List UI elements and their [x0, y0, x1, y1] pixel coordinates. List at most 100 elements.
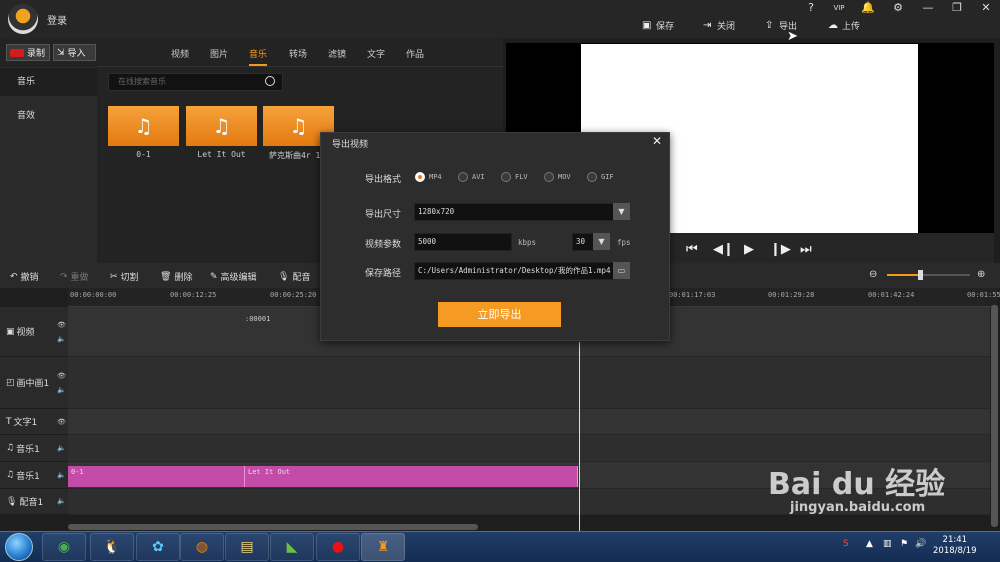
tray-flag-icon[interactable]: ⚑ [900, 539, 908, 549]
search-input[interactable]: 在线搜索音乐 [108, 73, 283, 91]
ruler-tick-label: 00:00:00:00 [70, 291, 117, 299]
tab-filter[interactable]: 滤镜 [328, 47, 346, 60]
taskbar-app-firefox-icon[interactable]: ◍ [180, 533, 224, 561]
taskbar-app-editor-icon[interactable]: ◣ [270, 533, 314, 561]
login-link[interactable]: 登录 [47, 12, 67, 27]
dub-button[interactable]: 🎙 配音 [278, 270, 310, 284]
format-radio-avi[interactable]: AVI [458, 172, 485, 182]
delete-button[interactable]: 🗑 删除 [160, 270, 192, 284]
restore-button[interactable]: ❐ [947, 1, 967, 14]
taskbar-clock[interactable]: 21:41 2018/8/19 [933, 535, 977, 557]
step-forward-icon[interactable]: ❙▶ [770, 242, 791, 257]
step-back-icon[interactable]: ◀❙ [713, 242, 734, 257]
speaker-icon[interactable]: 🔈 [57, 497, 66, 505]
path-label: 保存路径 [365, 269, 402, 279]
eye-icon[interactable]: 👁 [57, 418, 66, 426]
zoom-slider-fill [887, 274, 921, 276]
track-lane-pip[interactable] [68, 357, 990, 409]
pip-icon: ◰ [6, 377, 15, 388]
zoom-slider-handle[interactable] [918, 270, 923, 280]
tray-ime-icon[interactable]: S [843, 539, 849, 549]
scissors-icon: ✂ [110, 271, 118, 282]
music-note-icon: ♫ [134, 114, 153, 138]
eye-icon[interactable]: 👁 [57, 372, 66, 380]
audio-clip[interactable]: Let It Out [245, 466, 578, 487]
save-icon: ▣ [642, 19, 652, 31]
baidu-watermark-url: jingyan.baidu.com [790, 500, 926, 515]
dialog-close-icon[interactable]: ✕ [652, 134, 662, 148]
vip-button[interactable]: VIP [829, 4, 849, 12]
size-select[interactable]: 1280x720 [414, 203, 614, 221]
music-thumb[interactable]: ♫ [186, 106, 257, 146]
format-radio-gif[interactable]: GIF [587, 172, 614, 182]
undo-button[interactable]: ↶ 撤销 [10, 270, 39, 284]
tab-video[interactable]: 视频 [171, 47, 189, 60]
track-lane-music[interactable] [68, 435, 990, 462]
import-button[interactable]: ⇲ 导入 [53, 44, 96, 61]
format-radio-flv[interactable]: FLV [501, 172, 528, 182]
music-note-icon: ♫ [212, 114, 231, 138]
eye-icon[interactable]: 👁 [57, 321, 66, 329]
search-icon[interactable] [265, 76, 275, 86]
chevron-down-icon[interactable]: ▼ [613, 203, 630, 220]
speaker-icon[interactable]: 🔈 [57, 335, 66, 343]
tab-divider [97, 66, 503, 67]
bitrate-input[interactable]: 5000 [414, 233, 512, 251]
close-project-button[interactable]: ⇥ 关闭 [703, 19, 735, 32]
folder-icon[interactable]: ▭ [613, 262, 630, 279]
taskbar-app-folder-icon[interactable]: ▤ [225, 533, 269, 561]
taskbar-app-qq-icon[interactable]: 🐧 [90, 533, 134, 561]
minimize-button[interactable]: — [918, 1, 938, 14]
start-button[interactable] [5, 533, 33, 561]
skip-start-icon[interactable]: ⏮ [686, 242, 698, 257]
tray-network-icon[interactable]: ▥ [883, 539, 892, 549]
upload-button[interactable]: ☁ 上传 [828, 19, 860, 32]
window-close-button[interactable]: ✕ [976, 1, 996, 14]
tab-text[interactable]: 文字 [367, 47, 385, 60]
help-button[interactable]: ? [801, 1, 821, 14]
playhead[interactable] [579, 342, 580, 534]
advanced-edit-button[interactable]: ✎ 高级编辑 [210, 270, 257, 284]
speaker-icon[interactable]: 🔈 [57, 444, 66, 452]
chevron-down-icon[interactable]: ▼ [593, 233, 610, 250]
taskbar-app-media-icon[interactable]: ✿ [136, 533, 180, 561]
skip-end-icon[interactable]: ⏭ [800, 242, 812, 257]
track-lane-text[interactable] [68, 409, 990, 435]
tab-transition[interactable]: 转场 [289, 47, 307, 60]
track-header-pip: ◰ 画中画1 [0, 357, 68, 409]
redo-button[interactable]: ↷ 重做 [60, 270, 89, 284]
settings-icon[interactable]: ⚙ [888, 1, 908, 14]
timeline-vscroll[interactable] [991, 305, 998, 527]
tab-music[interactable]: 音乐 [249, 47, 268, 66]
zoom-out-icon[interactable]: ⊖ [869, 269, 877, 280]
export-now-button[interactable]: 立即导出 [438, 302, 561, 327]
zoom-in-icon[interactable]: ⊕ [977, 269, 985, 280]
save-button[interactable]: ▣ 保存 [642, 19, 674, 32]
tray-volume-icon[interactable]: 🔊 [915, 539, 926, 549]
bell-icon[interactable]: 🔔 [858, 1, 878, 14]
text-icon: T [6, 416, 12, 427]
taskbar-app-video-editor-icon[interactable]: ♜ [361, 533, 405, 561]
audio-clip[interactable]: 0-1 [68, 466, 245, 487]
tray-up-arrow-icon[interactable]: ▲ [866, 539, 873, 549]
tab-image[interactable]: 图片 [210, 47, 228, 60]
tab-works[interactable]: 作品 [406, 47, 424, 60]
timeline-hscroll[interactable] [68, 524, 478, 530]
path-input[interactable]: C:/Users/Administrator/Desktop/我的作品1.mp4 [414, 262, 614, 280]
sidebar-item-sfx[interactable]: 音效 [0, 102, 97, 130]
music-label: 0-1 [136, 150, 151, 159]
taskbar-app-360-icon[interactable]: ◉ [42, 533, 86, 561]
play-icon[interactable]: ▶ [744, 242, 754, 257]
format-radio-mp4[interactable]: MP4 [415, 172, 442, 182]
taskbar-app-recorder-icon[interactable]: ● [316, 533, 360, 561]
ruler-tick-label: 00:00:12:25 [170, 291, 217, 299]
music-thumb[interactable]: ♫ [108, 106, 179, 146]
cut-button[interactable]: ✂ 切割 [110, 270, 139, 284]
fps-select[interactable]: 30 [572, 233, 594, 251]
sidebar-item-music[interactable]: 音乐 [0, 68, 97, 96]
radio-icon [501, 172, 511, 182]
record-button[interactable]: 录制 [6, 44, 50, 61]
speaker-icon[interactable]: 🔈 [57, 386, 66, 394]
speaker-icon[interactable]: 🔈 [57, 471, 66, 479]
format-radio-mov[interactable]: MOV [544, 172, 571, 182]
